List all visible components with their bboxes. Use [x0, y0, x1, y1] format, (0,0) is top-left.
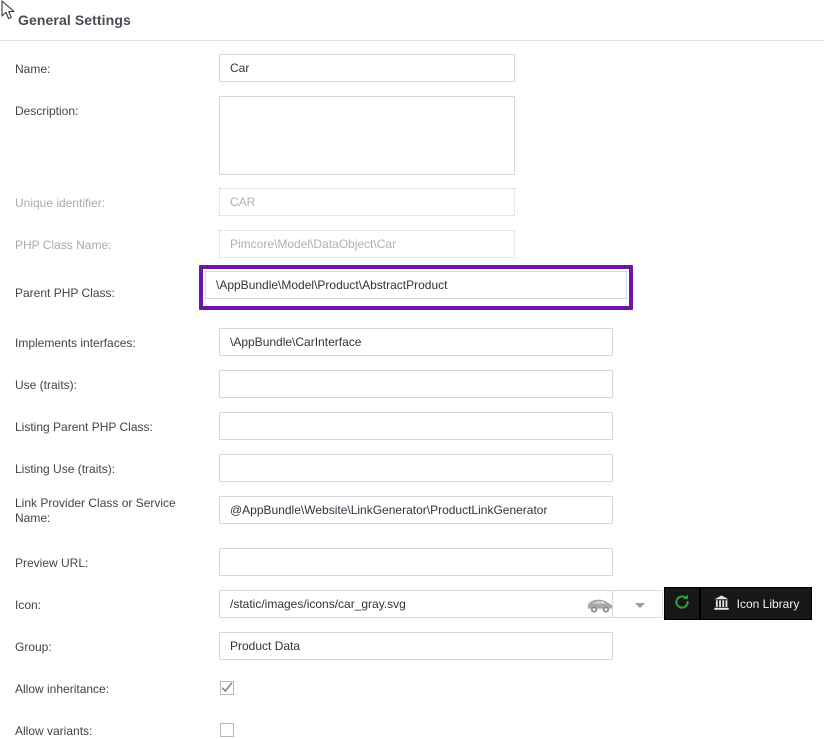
label-use-traits: Use (traits):: [15, 378, 215, 393]
label-listing-use-traits: Listing Use (traits):: [15, 462, 215, 477]
label-link-provider-class: Link Provider Class or Service Name:: [15, 496, 215, 526]
implements-interfaces-input[interactable]: \AppBundle\CarInterface: [219, 328, 613, 356]
link-provider-class-input[interactable]: @AppBundle\Website\LinkGenerator\Product…: [219, 496, 613, 524]
listing-parent-php-class-input[interactable]: [219, 412, 613, 440]
use-traits-input[interactable]: [219, 370, 613, 398]
refresh-icon-button[interactable]: [664, 587, 700, 620]
listing-use-traits-input[interactable]: [219, 454, 613, 482]
page-title: General Settings: [18, 12, 131, 28]
label-description: Description:: [15, 104, 215, 119]
group-input[interactable]: Product Data: [219, 632, 613, 660]
panel-header: General Settings: [0, 0, 824, 41]
label-listing-parent-php-class: Listing Parent PHP Class:: [15, 420, 215, 435]
label-implements-interfaces: Implements interfaces:: [15, 336, 215, 351]
description-textarea[interactable]: [219, 96, 515, 175]
refresh-icon: [673, 593, 691, 614]
allow-inheritance-checkbox[interactable]: [220, 681, 234, 695]
label-preview-url: Preview URL:: [15, 556, 215, 571]
label-group: Group:: [15, 640, 215, 655]
car-icon: [584, 595, 610, 613]
parent-php-class-input[interactable]: \AppBundle\Model\Product\AbstractProduct: [205, 271, 627, 299]
label-allow-inheritance: Allow inheritance:: [15, 682, 215, 697]
icon-dropdown-trigger[interactable]: [613, 590, 663, 618]
label-parent-php-class: Parent PHP Class:: [15, 286, 215, 301]
label-allow-variants: Allow variants:: [15, 724, 215, 739]
label-unique-identifier: Unique identifier:: [15, 196, 215, 211]
php-class-name-input: Pimcore\Model\DataObject\Car: [219, 230, 515, 258]
label-name: Name:: [15, 62, 215, 77]
checkmark-icon: [221, 682, 233, 694]
icon-path-input[interactable]: /static/images/icons/car_gray.svg: [219, 590, 613, 618]
preview-url-input[interactable]: [219, 548, 613, 576]
label-icon: Icon:: [15, 598, 215, 613]
name-input[interactable]: Car: [219, 54, 515, 82]
icon-library-button[interactable]: Icon Library: [700, 587, 812, 620]
bank-icon: [713, 594, 730, 614]
unique-identifier-input: CAR: [219, 188, 515, 216]
label-php-class-name: PHP Class Name:: [15, 238, 215, 253]
icon-library-label: Icon Library: [737, 597, 800, 611]
chevron-down-icon: [635, 603, 645, 608]
parent-php-class-highlight: \AppBundle\Model\Product\AbstractProduct: [199, 265, 633, 310]
